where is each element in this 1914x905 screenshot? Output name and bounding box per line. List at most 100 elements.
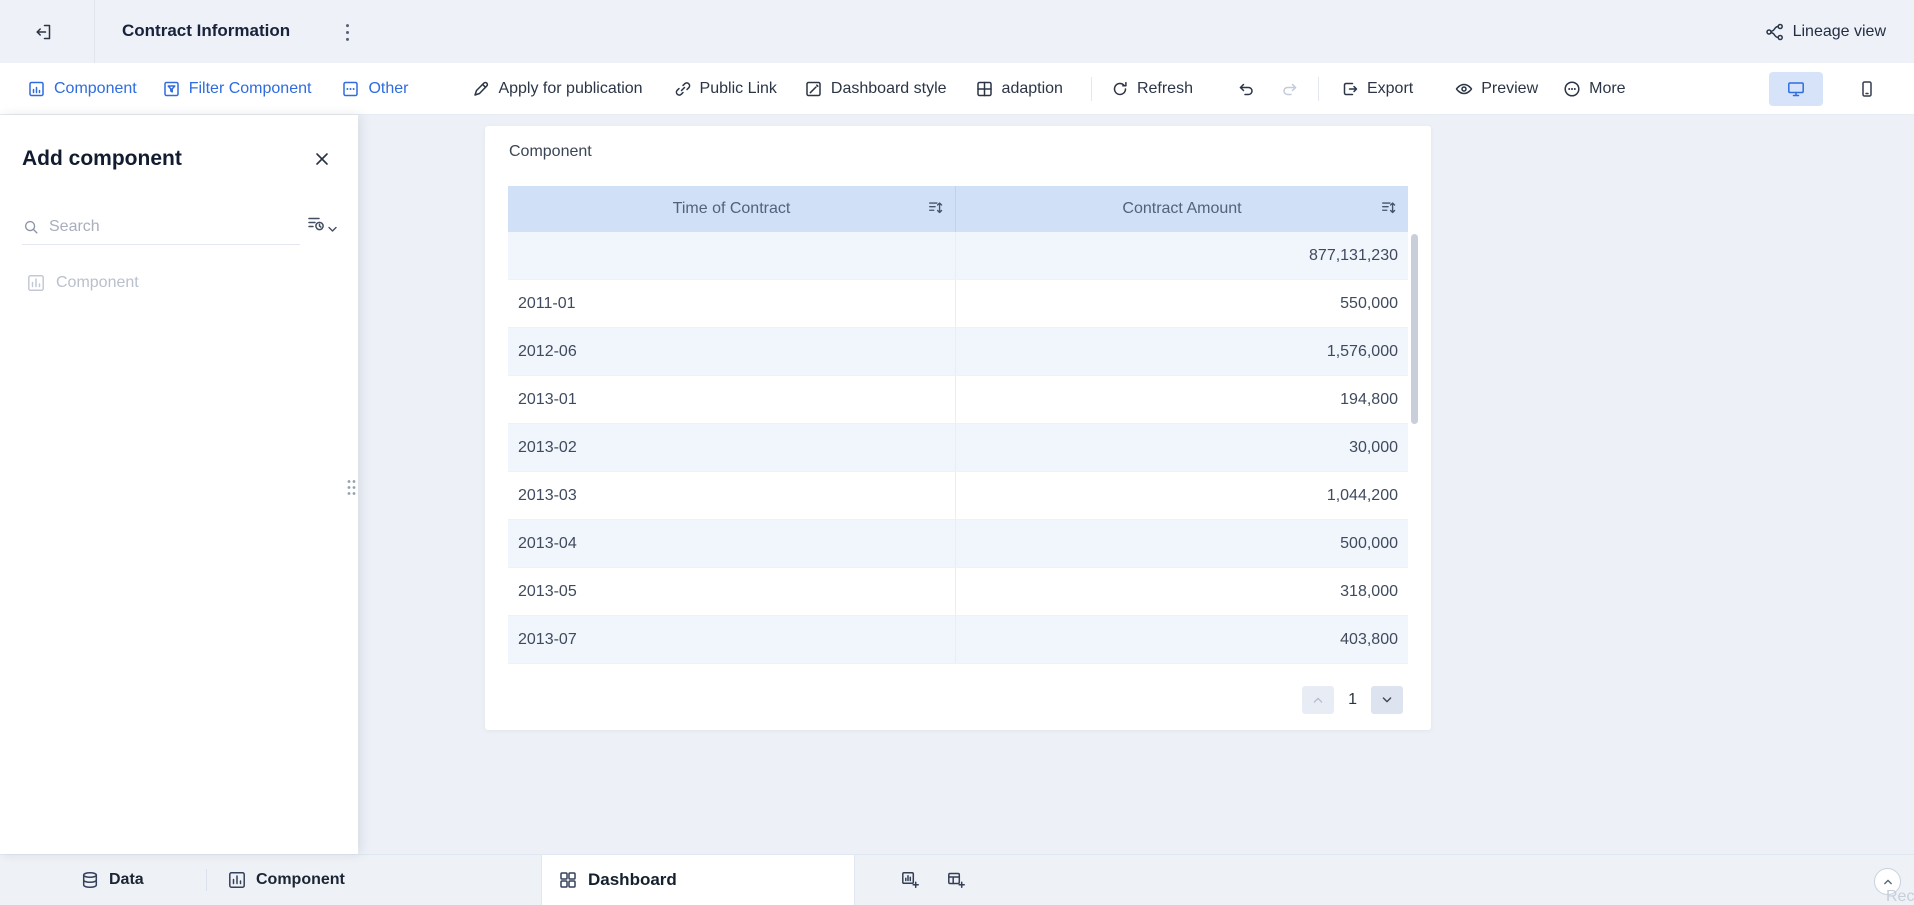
topbar-divider <box>94 0 95 63</box>
sort-icon[interactable] <box>1380 199 1398 222</box>
cell-amount: 550,000 <box>1340 294 1398 312</box>
page-down-button[interactable] <box>1371 686 1403 714</box>
preview-button[interactable]: Preview <box>1454 79 1538 99</box>
kebab-menu-icon[interactable] <box>340 22 354 42</box>
cell-amount: 194,800 <box>1340 390 1398 408</box>
table-row: 2011-01 550,000 <box>508 280 1408 328</box>
pen-icon <box>471 79 491 99</box>
dashboard-style-button[interactable]: Dashboard style <box>804 79 947 99</box>
toolbar-other-label: Other <box>368 79 409 97</box>
cell-time: 2011-01 <box>508 280 956 327</box>
undo-icon <box>1236 79 1256 99</box>
toolbar-filter-component-label: Filter Component <box>188 79 312 97</box>
exit-icon <box>36 24 51 40</box>
data-table: Time of Contract Contract Amount 877,131… <box>508 186 1408 664</box>
table-header: Time of Contract Contract Amount <box>508 186 1408 232</box>
cell-time: 2013-05 <box>508 568 956 615</box>
bottom-bar: Data Component Dashboard Rec <box>0 854 1914 905</box>
dashboard-style-label: Dashboard style <box>830 79 947 97</box>
close-icon[interactable] <box>314 151 330 172</box>
phone-icon <box>1862 80 1872 97</box>
drag-dots-icon <box>347 479 356 495</box>
link-icon <box>673 79 693 99</box>
chevron-down-icon <box>1382 697 1392 703</box>
chevron-down-icon <box>328 226 337 233</box>
cell-time: 2013-03 <box>508 472 956 519</box>
tab-data[interactable]: Data <box>80 870 144 890</box>
page-title: Contract Information <box>122 21 291 40</box>
page-number: 1 <box>1348 691 1357 708</box>
tab-dashboard[interactable]: Dashboard <box>541 855 855 905</box>
cell-time <box>508 232 956 279</box>
component-item-label: Component <box>56 274 139 291</box>
search-bar <box>22 209 300 245</box>
adaption-grid-icon <box>975 79 995 99</box>
toolbar-component-label: Component <box>54 79 137 97</box>
tab-dashboard-label: Dashboard <box>588 870 677 889</box>
table-row: 2013-01 194,800 <box>508 376 1408 424</box>
add-component-panel: Add component Search Component <box>0 115 358 854</box>
topbar: Contract Information Lineage view <box>0 0 1914 63</box>
chart-icon <box>26 273 46 293</box>
adaption-button[interactable]: adaption <box>975 79 1063 99</box>
column-header-amount-label: Contract Amount <box>1122 200 1242 217</box>
cell-time: 2013-02 <box>508 424 956 471</box>
monitor-icon <box>1788 81 1804 96</box>
redo-icon <box>1280 79 1300 99</box>
column-header-amount: Contract Amount <box>956 186 1408 232</box>
lineage-view-button[interactable]: Lineage view <box>1765 18 1886 45</box>
component-list-item[interactable]: Component <box>26 273 139 293</box>
toolbar-divider <box>1317 76 1319 101</box>
mobile-view-button[interactable] <box>1840 72 1894 106</box>
toolbar-divider <box>1090 76 1092 101</box>
more-label: More <box>1589 79 1626 97</box>
toolbar-component-button[interactable]: Component <box>27 79 137 99</box>
table-row: 2012-06 1,576,000 <box>508 328 1408 376</box>
preview-label: Preview <box>1481 79 1539 97</box>
bottombar-divider <box>206 869 207 891</box>
cell-amount: 877,131,230 <box>1309 246 1398 264</box>
cell-time: 2013-07 <box>508 616 956 663</box>
lineage-icon <box>1765 22 1785 42</box>
cell-amount: 1,044,200 <box>1326 486 1398 504</box>
toolbar-filter-component-button[interactable]: Filter Component <box>162 79 312 99</box>
page-up-button[interactable] <box>1302 686 1335 714</box>
filter-history-button[interactable] <box>306 213 337 233</box>
public-link-button[interactable]: Public Link <box>673 79 777 99</box>
dashboard-icon <box>558 870 578 890</box>
panel-resize-handle[interactable] <box>345 477 358 497</box>
export-icon <box>1340 79 1360 99</box>
component-card: Component Time of Contract Contract Amou… <box>485 126 1431 730</box>
table-scrollbar[interactable] <box>1411 234 1418 424</box>
add-chart-icon[interactable] <box>897 867 923 893</box>
more-button[interactable]: More <box>1562 79 1626 99</box>
card-title: Component <box>509 143 592 160</box>
chevron-up-icon <box>1313 697 1323 703</box>
table-row: 2013-02 30,000 <box>508 424 1408 472</box>
pc-view-button[interactable] <box>1769 71 1823 106</box>
apply-publication-button[interactable]: Apply for publication <box>471 79 643 99</box>
search-input[interactable] <box>49 217 269 236</box>
component-icon <box>27 79 47 99</box>
tab-data-label: Data <box>109 871 144 888</box>
cell-time: 2013-04 <box>508 520 956 567</box>
toolbar-other-button[interactable]: Other <box>341 79 408 99</box>
record-label: Record <box>1886 888 1914 905</box>
undo-button[interactable] <box>1236 79 1256 99</box>
pagination: 1 <box>1302 686 1403 714</box>
more-ellipsis-icon <box>1562 79 1582 99</box>
tab-component[interactable]: Component <box>227 870 345 890</box>
filter-icon <box>162 79 182 99</box>
app-window: Contract Information Lineage view Compon… <box>0 0 1914 905</box>
redo-button[interactable] <box>1280 79 1300 99</box>
sort-icon[interactable] <box>927 199 945 222</box>
adaption-label: adaption <box>1001 79 1063 97</box>
add-table-icon[interactable] <box>943 867 969 893</box>
table-body: 877,131,230 2011-01 550,000 2012-06 1,576,00… <box>508 232 1408 664</box>
export-button[interactable]: Export <box>1340 79 1413 99</box>
table-row: 2013-07 403,800 <box>508 616 1408 664</box>
refresh-button[interactable]: Refresh <box>1110 79 1193 99</box>
toolbar: Component Filter Component Other Apply f… <box>0 63 1914 115</box>
exit-editor-button[interactable] <box>30 18 58 46</box>
tab-component-label: Component <box>256 871 345 888</box>
